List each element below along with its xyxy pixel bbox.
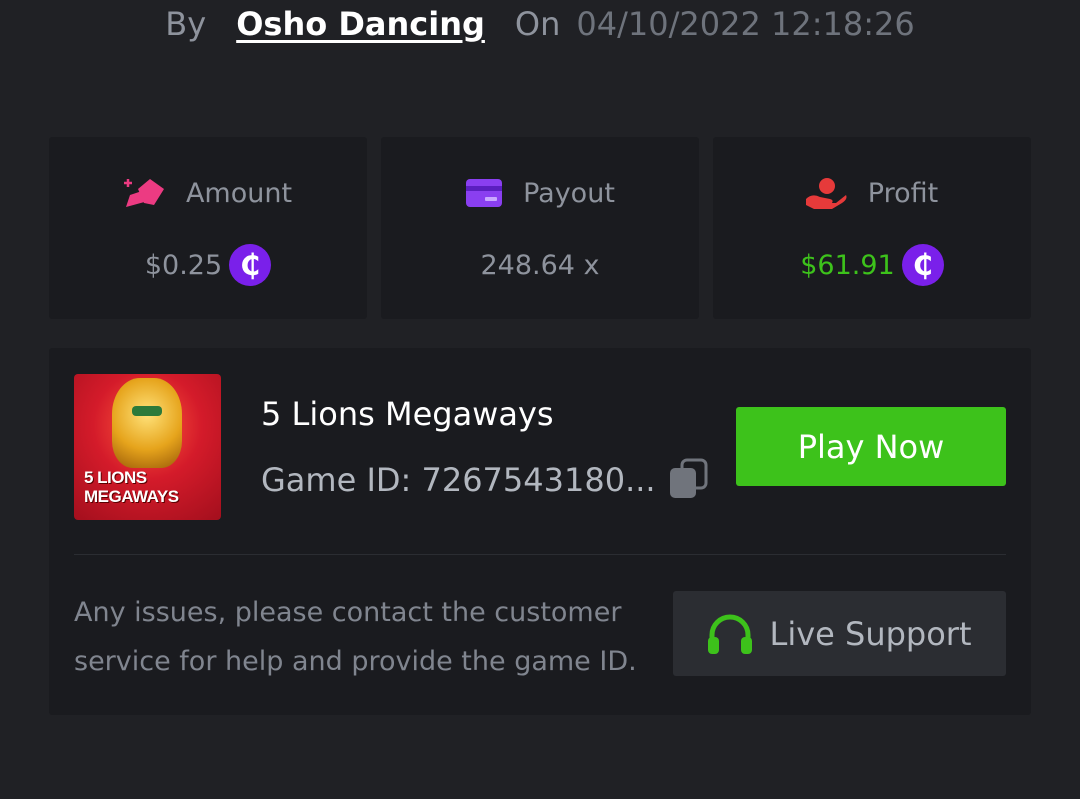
payout-card: Payout 248.64 x: [381, 137, 699, 319]
profit-value-row: $61.91 ₵: [800, 244, 944, 286]
profit-value: $61.91: [800, 249, 895, 281]
hand-coin-icon: [805, 178, 847, 209]
game-thumbnail[interactable]: 5 LIONS MEGAWAYS: [74, 374, 221, 520]
author-link[interactable]: Osho Dancing: [236, 5, 485, 43]
game-title: 5 Lions Megaways: [261, 395, 554, 433]
live-support-label: Live Support: [769, 614, 972, 653]
amount-value: $0.25: [144, 249, 223, 281]
amount-header: Amount: [123, 175, 293, 211]
play-now-button[interactable]: Play Now: [736, 407, 1006, 486]
bet-datetime: 04/10/2022 12:18:26: [576, 5, 915, 43]
divider: [74, 554, 1006, 555]
payout-header: Payout: [465, 175, 615, 211]
payout-value: 248.64 x: [480, 249, 600, 281]
game-id: Game ID: 7267543180...: [261, 461, 656, 499]
payout-label: Payout: [523, 177, 615, 209]
copy-icon[interactable]: [668, 458, 708, 500]
bet-stats: Amount $0.25 ₵ Payout 248.64 x Profit $6…: [49, 137, 1031, 319]
live-support-button[interactable]: Live Support: [673, 591, 1006, 676]
game-card: 5 LIONS MEGAWAYS 5 Lions Megaways Game I…: [49, 348, 1031, 715]
bet-byline: By Osho Dancing On 04/10/2022 12:18:26: [0, 0, 1080, 48]
help-text: Any issues, please contact the customer …: [74, 597, 637, 677]
headset-icon: [708, 614, 753, 654]
coin-icon: ₵: [229, 244, 272, 286]
profit-card: Profit $61.91 ₵: [713, 137, 1031, 319]
game-logo: 5 LIONS MEGAWAYS: [84, 468, 179, 506]
by-label: By: [165, 5, 207, 43]
profit-header: Profit: [805, 175, 939, 211]
card-icon: [466, 179, 503, 207]
lion-statue-image: [112, 378, 182, 468]
amount-card: Amount $0.25 ₵: [49, 137, 367, 319]
amount-icon: [123, 179, 164, 207]
profit-label: Profit: [867, 177, 939, 209]
coin-icon: ₵: [901, 244, 944, 286]
amount-label: Amount: [185, 177, 293, 209]
amount-value-row: $0.25 ₵: [144, 244, 272, 286]
payout-value-row: 248.64 x: [480, 244, 599, 286]
on-label: On: [514, 5, 561, 43]
